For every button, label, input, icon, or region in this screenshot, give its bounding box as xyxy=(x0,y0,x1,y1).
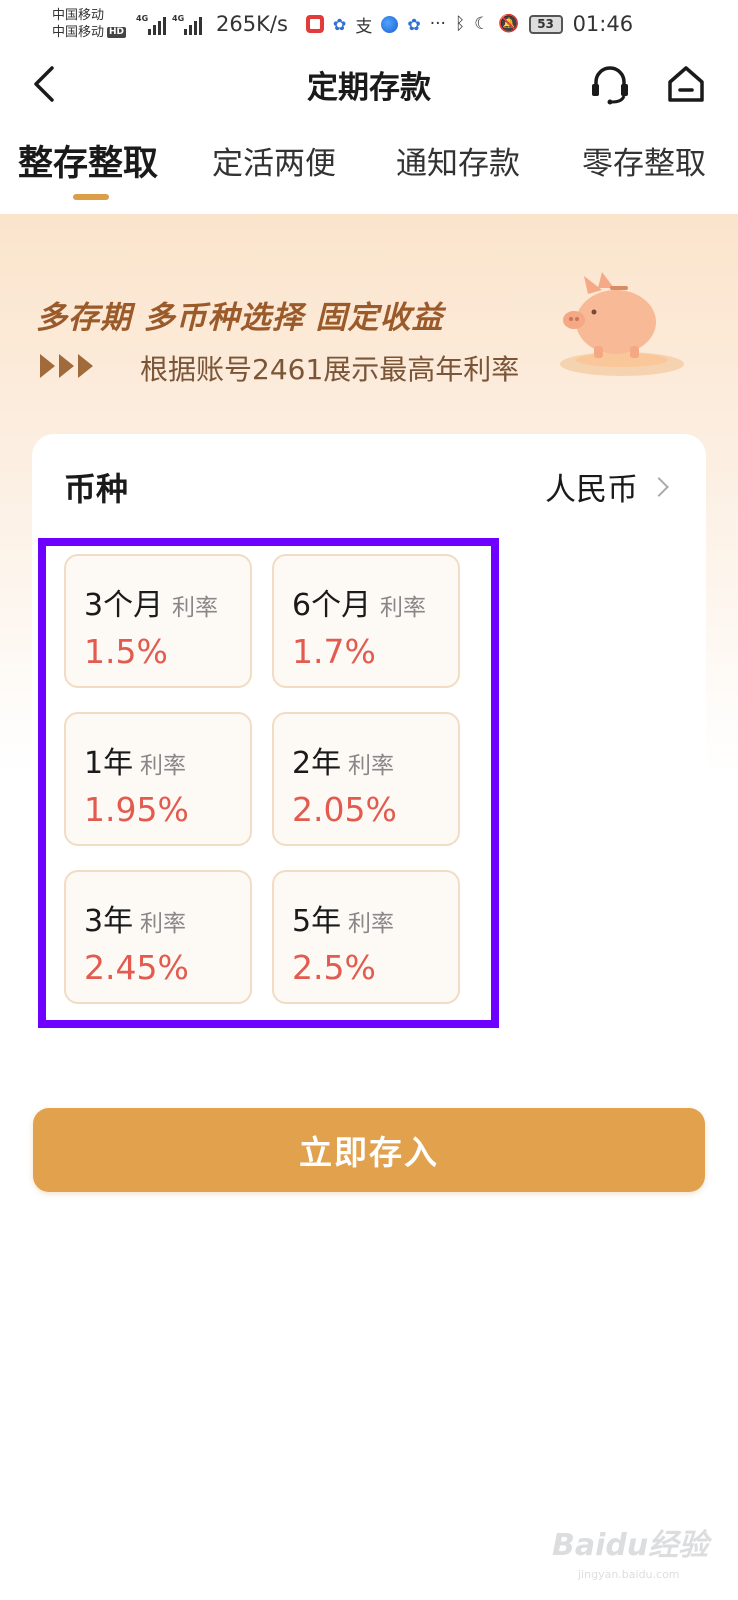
rate-term-label: 利率 xyxy=(172,595,218,621)
signal-1-icon: 4G xyxy=(136,13,167,35)
rate-tile-5-year[interactable]: 5年 利率 2.5% xyxy=(272,870,460,1004)
tab-flexible[interactable]: 定活两便 xyxy=(212,138,336,183)
rate-tile-3-year[interactable]: 3年 利率 2.45% xyxy=(64,870,252,1004)
signal-icons: 4G 4G xyxy=(136,13,203,35)
carrier-info: 中国移动 中国移动 HD xyxy=(52,7,127,41)
bluetooth-icon: ᛒ xyxy=(454,14,466,34)
home-icon xyxy=(668,66,704,102)
watermark-main: Baidu经验 xyxy=(552,1528,709,1563)
mute-bell-icon: 🔕 xyxy=(498,14,520,34)
baidu-paw-icon: ✿ xyxy=(332,14,347,34)
rate-term-label: 利率 xyxy=(140,911,186,937)
rate-value: 2.5% xyxy=(292,948,376,987)
rate-note: 根据账号2461展示最高年利率 xyxy=(140,353,520,386)
carrier-2: 中国移动 xyxy=(52,25,105,40)
hd-badge: HD xyxy=(107,27,127,38)
book-app-icon xyxy=(305,15,324,33)
notification-icons: ✿ 支 ✿ ··· ᛒ ☾ 🔕 53 xyxy=(305,12,563,37)
clock: 01:46 xyxy=(572,12,634,36)
rate-value: 2.45% xyxy=(84,948,189,987)
rate-tile-1-year[interactable]: 1年 利率 1.95% xyxy=(64,712,252,846)
rate-tile-3-month[interactable]: 3个月 利率 1.5% xyxy=(64,554,252,688)
rate-term: 1年 xyxy=(84,746,134,781)
browser-icon xyxy=(381,15,399,33)
battery-level: 53 xyxy=(537,17,554,31)
network-1: 4G xyxy=(136,14,149,23)
network-speed: 265K/s xyxy=(216,12,288,36)
rate-tile-6-month[interactable]: 6个月 利率 1.7% xyxy=(272,554,460,688)
rate-term-label: 利率 xyxy=(348,753,394,779)
moon-icon: ☾ xyxy=(474,14,490,34)
home-button[interactable] xyxy=(664,62,708,106)
chevron-right-icon xyxy=(649,476,669,497)
rate-term: 3年 xyxy=(84,904,134,939)
tab-notice[interactable]: 通知存款 xyxy=(396,138,520,183)
watermark-sub: jingyan.baidu.com xyxy=(578,1568,680,1581)
network-2: 4G xyxy=(172,14,185,23)
piggy-bank-icon xyxy=(560,272,684,376)
baidu-paw-icon-2: ✿ xyxy=(407,14,421,34)
rate-term: 3个月 xyxy=(84,588,164,623)
currency-selector[interactable]: 人民币 xyxy=(545,464,669,509)
baidu-watermark: Baidu经验 jingyan.baidu.com xyxy=(552,1520,722,1590)
header: 定期存款 xyxy=(0,50,738,116)
triple-arrow-icon xyxy=(40,354,93,378)
more-notifications: ··· xyxy=(429,14,446,34)
currency-label: 币种 xyxy=(64,470,129,508)
rate-term: 6个月 xyxy=(292,588,372,623)
customer-service-button[interactable] xyxy=(588,62,632,106)
alipay-icon: 支 xyxy=(355,16,373,37)
active-tab-indicator xyxy=(73,194,109,200)
tab-lump-sum[interactable]: 整存整取 xyxy=(18,135,158,186)
status-bar: 中国移动 中国移动 HD 4G 4G 265K/s ✿ 支 ✿ ··· ᛒ ☾ 🔕… xyxy=(0,0,738,48)
tab-installment[interactable]: 零存整取 xyxy=(582,138,706,183)
banner-slogan: 多存期 多币种选择 固定收益 xyxy=(36,300,444,336)
rate-value: 1.7% xyxy=(292,632,376,671)
rate-value: 1.5% xyxy=(84,632,168,671)
headset-icon xyxy=(592,66,628,105)
signal-2-icon: 4G xyxy=(172,13,203,35)
rate-tile-2-year[interactable]: 2年 利率 2.05% xyxy=(272,712,460,846)
rate-term: 2年 xyxy=(292,746,342,781)
rate-value: 1.95% xyxy=(84,790,189,829)
rate-value: 2.05% xyxy=(292,790,397,829)
battery-icon: 53 xyxy=(528,14,563,34)
deposit-now-label: 立即存入 xyxy=(299,1133,439,1172)
rate-term-label: 利率 xyxy=(380,595,426,621)
carrier-1: 中国移动 xyxy=(52,8,105,23)
deposit-type-tabs: 整存整取 定活两便 通知存款 零存整取 xyxy=(0,138,738,208)
rate-term: 5年 xyxy=(292,904,342,939)
currency-value: 人民币 xyxy=(545,472,638,508)
rate-term-label: 利率 xyxy=(348,911,394,937)
deposit-now-button[interactable]: 立即存入 xyxy=(33,1108,705,1192)
rate-term-label: 利率 xyxy=(140,753,186,779)
